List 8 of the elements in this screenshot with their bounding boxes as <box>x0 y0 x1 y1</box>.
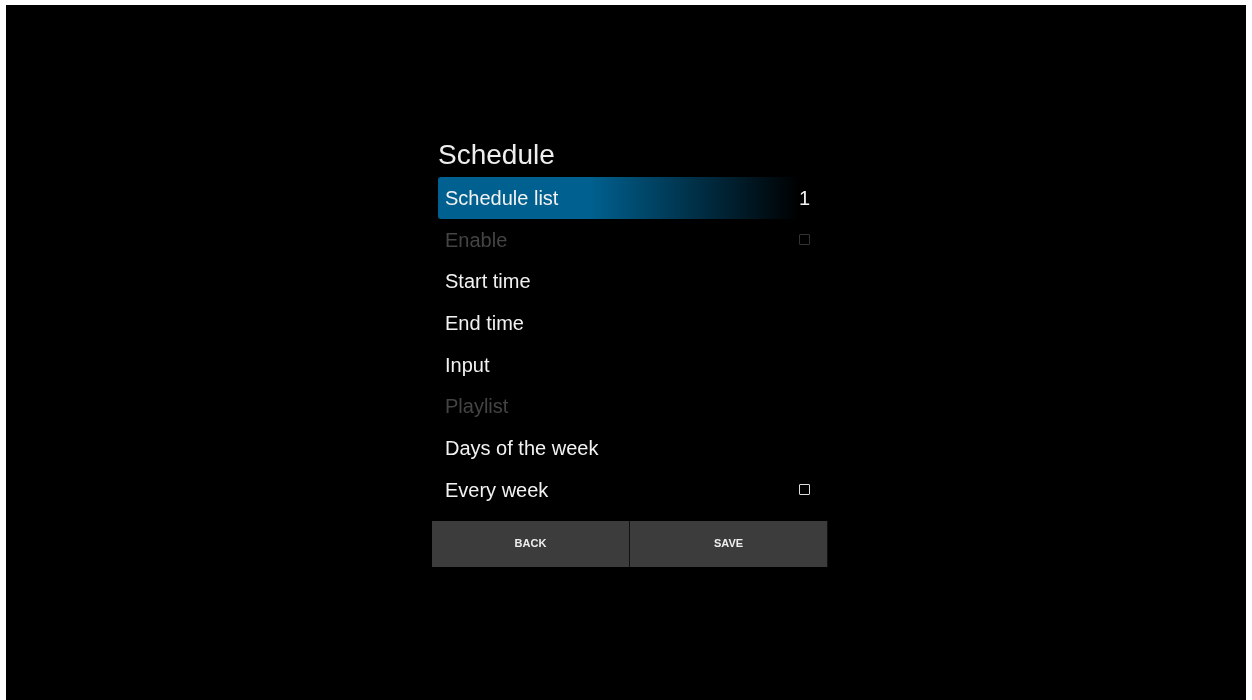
menu-button[interactable]: BACK <box>432 520 630 567</box>
menu-item[interactable]: End time <box>438 302 818 344</box>
menu-item[interactable]: Start time <box>438 260 818 303</box>
menu-item[interactable]: Input <box>438 343 818 386</box>
menu-item[interactable]: Every week <box>438 468 818 511</box>
menu-item[interactable]: Days of the week <box>438 427 818 469</box>
menu-button[interactable]: SAVE <box>630 520 828 567</box>
menu-title: Schedule <box>438 138 556 172</box>
